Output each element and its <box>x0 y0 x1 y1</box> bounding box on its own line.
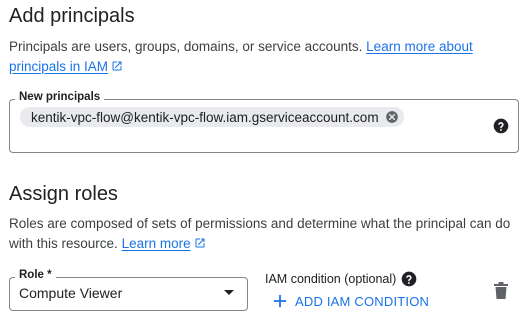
add-principals-heading: Add principals <box>9 5 135 27</box>
plus-icon <box>273 294 287 308</box>
open-in-new-icon <box>195 238 205 248</box>
cancel-circle-icon[interactable] <box>385 110 399 124</box>
principals-description-text: Principals are users, groups, domains, o… <box>9 39 363 54</box>
add-principals-description: Principals are users, groups, domains, o… <box>9 37 524 77</box>
roles-description-text: Roles are composed of sets of permission… <box>9 216 511 251</box>
trash-icon[interactable] <box>494 282 508 299</box>
learn-more-roles-link-text: Learn more <box>121 236 191 251</box>
help-circle-icon[interactable] <box>401 271 417 287</box>
role-select-value: Compute Viewer <box>19 285 123 301</box>
add-iam-condition-label: ADD IAM CONDITION <box>295 293 430 309</box>
assign-roles-description: Roles are composed of sets of permission… <box>9 214 524 254</box>
open-in-new-icon <box>112 61 122 71</box>
iam-condition-label: IAM condition (optional) <box>265 272 397 286</box>
new-principals-label: New principals <box>15 91 105 103</box>
principal-chip-text: kentik-vpc-flow@kentik-vpc-flow.iam.gser… <box>31 109 379 125</box>
role-select-label: Role * <box>15 269 56 281</box>
add-iam-condition-button[interactable]: ADD IAM CONDITION <box>273 292 429 310</box>
principal-chip[interactable]: kentik-vpc-flow@kentik-vpc-flow.iam.gser… <box>20 107 404 127</box>
arrow-drop-down-icon[interactable] <box>224 290 234 295</box>
assign-roles-heading: Assign roles <box>9 183 118 205</box>
help-circle-icon[interactable] <box>493 118 509 134</box>
learn-more-roles-link[interactable]: Learn more <box>122 236 206 251</box>
